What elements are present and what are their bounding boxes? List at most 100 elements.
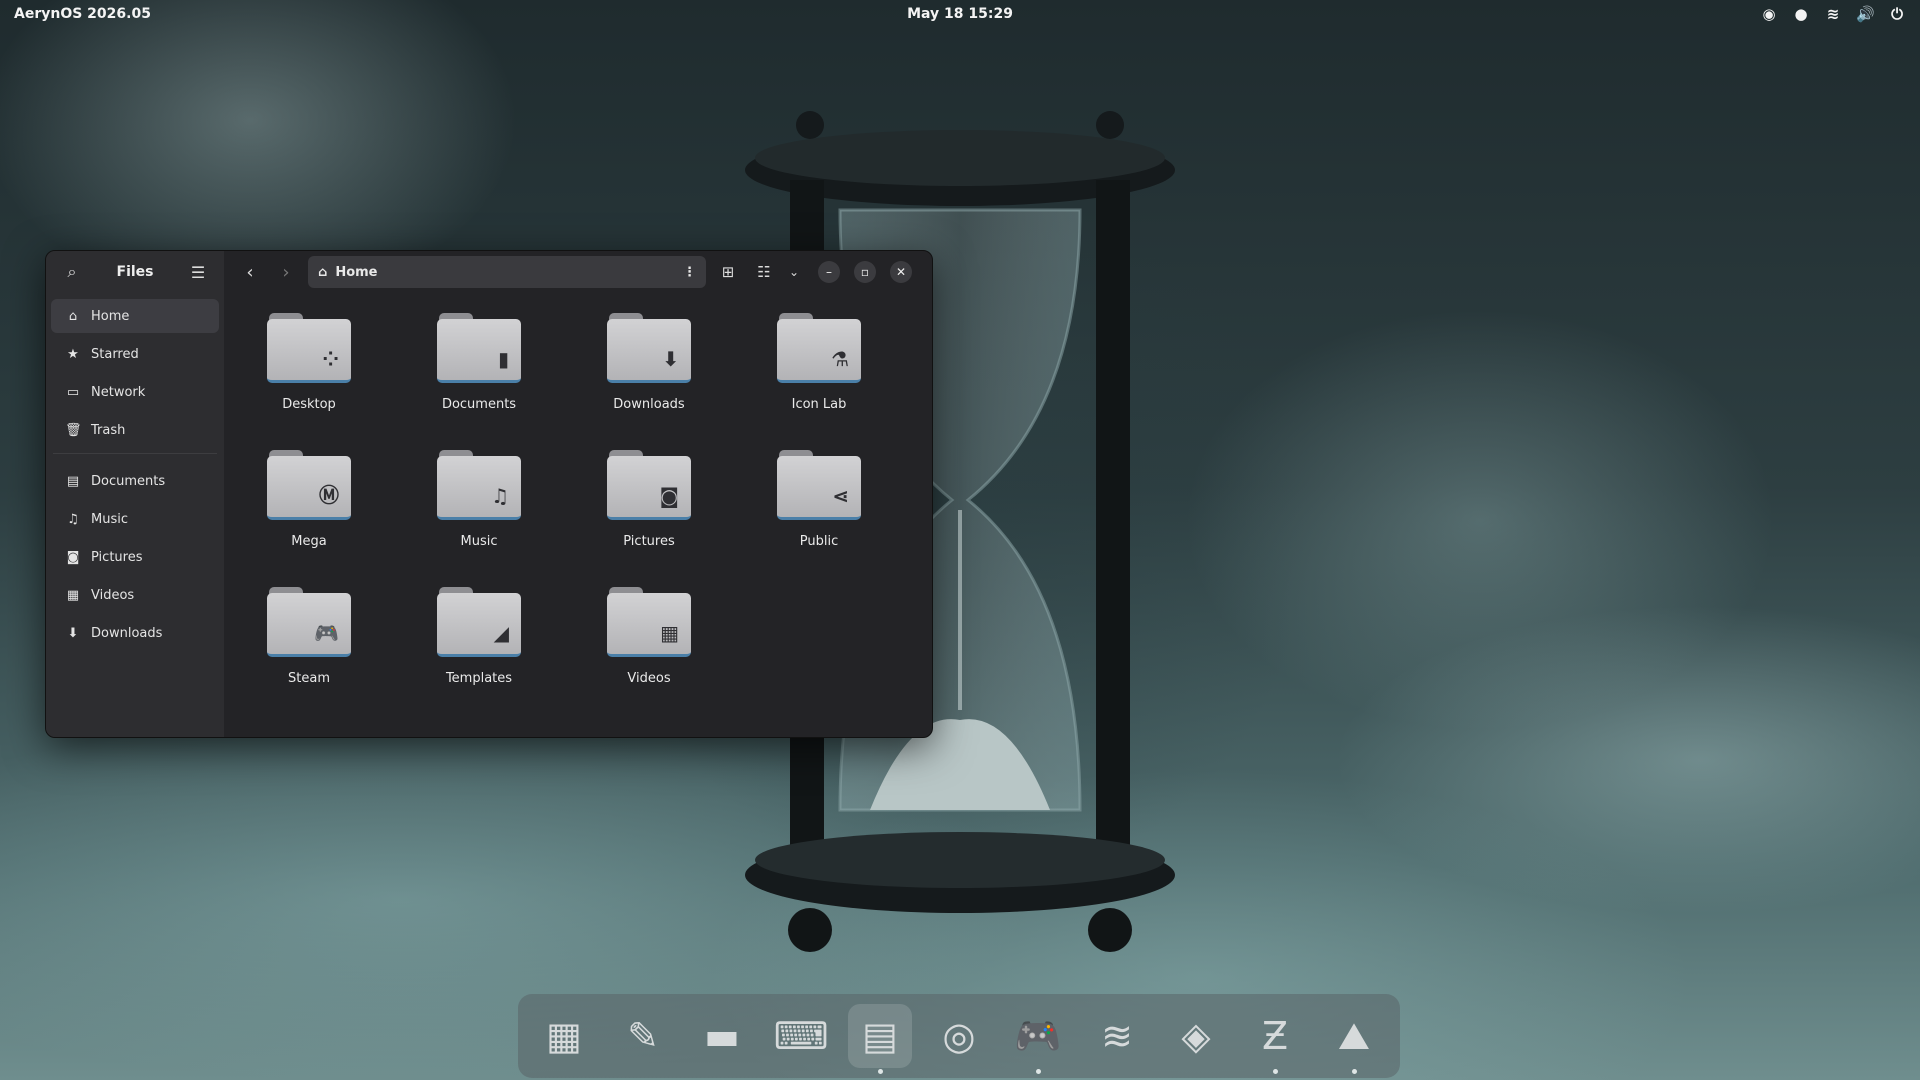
folder-item-templates[interactable]: ◢ Templates bbox=[394, 587, 564, 699]
wifi-icon[interactable]: ≋ bbox=[1824, 5, 1842, 23]
steam-emblem-icon: 🎮 bbox=[314, 621, 339, 645]
folder-label: Documents bbox=[441, 397, 517, 412]
folder-item-desktop[interactable]: ⁘ Desktop bbox=[224, 313, 394, 425]
browser-icon-glyph: ◎ bbox=[942, 1014, 976, 1058]
folder-label: Desktop bbox=[282, 397, 336, 412]
running-indicator bbox=[1273, 1069, 1278, 1074]
sidebar-item-music[interactable]: ♫ Music bbox=[51, 502, 219, 536]
templates-emblem-icon: ◢ bbox=[493, 621, 509, 645]
close-button[interactable]: ✕ bbox=[890, 261, 912, 283]
folder-icon: ◙ bbox=[607, 450, 691, 520]
folder-item-mega[interactable]: Ⓜ Mega bbox=[224, 450, 394, 562]
sidebar-item-label: Downloads bbox=[91, 625, 163, 641]
folder-icon: Ⓜ bbox=[267, 450, 351, 520]
folder-label: Music bbox=[460, 534, 498, 549]
sidebar-item-trash[interactable]: 🗑 Trash bbox=[51, 413, 219, 447]
folder-label: Steam bbox=[288, 671, 330, 686]
path-bar[interactable]: ⌂ Home ⋮ bbox=[308, 256, 706, 288]
browser-icon[interactable]: ◎ bbox=[927, 1004, 991, 1068]
downloads-icon: ⬇ bbox=[67, 625, 79, 641]
sidebar-separator bbox=[53, 453, 217, 454]
steam-tray-icon[interactable]: ◉ bbox=[1760, 5, 1778, 23]
inkscape-icon-glyph: ⛰ bbox=[1338, 1013, 1370, 1058]
search-icon[interactable]: ⌕ bbox=[58, 258, 86, 286]
sidebar-item-label: Network bbox=[91, 384, 146, 400]
home-icon: ⌂ bbox=[68, 308, 78, 324]
sidebar-item-starred[interactable]: ★ Starred bbox=[51, 337, 219, 371]
sidebar-item-label: Home bbox=[91, 308, 130, 324]
folder-icon: ⋖ bbox=[777, 450, 861, 520]
app-title: Files bbox=[116, 264, 154, 280]
sidebar-item-label: Videos bbox=[91, 587, 135, 603]
power-icon[interactable]: ⏻ bbox=[1888, 5, 1906, 23]
sidebar-item-network[interactable]: ▭ Network bbox=[51, 375, 219, 409]
folder-item-music[interactable]: ♫ Music bbox=[394, 450, 564, 562]
sidebar-item-label: Pictures bbox=[91, 549, 143, 565]
folder-item-downloads[interactable]: ⬇ Downloads bbox=[564, 313, 734, 425]
starred-icon: ★ bbox=[67, 346, 79, 362]
music-icon: ♫ bbox=[67, 511, 79, 527]
public-emblem-icon: ⋖ bbox=[832, 484, 849, 508]
clock[interactable]: May 18 15:29 bbox=[907, 6, 1013, 22]
hamburger-menu-icon[interactable]: ☰ bbox=[184, 258, 212, 286]
zed-editor-icon[interactable]: Ƶ bbox=[1243, 1004, 1307, 1074]
volume-icon[interactable]: 🔊 bbox=[1856, 5, 1875, 23]
magic-wand-icon-glyph: ✎ bbox=[627, 1014, 659, 1058]
gamepad-icon[interactable]: 🎮 bbox=[1006, 1004, 1070, 1074]
folder-icon: ▦ bbox=[607, 587, 691, 657]
system-tray: ◉ ● ≋ 🔊 ⏻ bbox=[1760, 5, 1906, 23]
folder-item-icon-lab[interactable]: ⚗ Icon Lab bbox=[734, 313, 904, 425]
folder-label: Icon Lab bbox=[791, 397, 847, 412]
maximize-button[interactable]: ▫ bbox=[854, 261, 876, 283]
list-view-icon[interactable]: ☷ bbox=[750, 258, 778, 286]
kebab-menu-icon[interactable]: ⋮ bbox=[683, 265, 696, 280]
running-indicator bbox=[1352, 1069, 1357, 1074]
folder-label: Mega bbox=[291, 534, 327, 549]
sidebar-item-label: Trash bbox=[91, 422, 126, 438]
folder-icon: ▮ bbox=[437, 313, 521, 383]
terminal-icon[interactable]: ⌨ bbox=[769, 1004, 833, 1068]
desktop-emblem-icon: ⁘ bbox=[322, 347, 339, 371]
folder-icon: ♫ bbox=[437, 450, 521, 520]
folder-label: Public bbox=[799, 534, 839, 549]
os-label[interactable]: AerynOS 2026.05 bbox=[14, 6, 151, 22]
minimize-button[interactable]: – bbox=[818, 261, 840, 283]
folder-icon: ⁘ bbox=[267, 313, 351, 383]
network-icon: ▭ bbox=[66, 384, 80, 400]
folder-grid: ⁘ Desktop ▮ Documents ⬇ Downloads ⚗ Icon Lab Ⓜ Me… bbox=[224, 313, 904, 699]
sidebar-item-label: Music bbox=[91, 511, 128, 527]
app-grid-icon[interactable]: ▦ bbox=[532, 1004, 596, 1068]
folder-item-public[interactable]: ⋖ Public bbox=[734, 450, 904, 562]
folder-icon: 🎮 bbox=[267, 587, 351, 657]
magic-wand-icon[interactable]: ✎ bbox=[611, 1004, 675, 1068]
files-icon[interactable]: ▤ bbox=[848, 1004, 912, 1074]
briefcase-icon[interactable]: ▬ bbox=[690, 1004, 754, 1068]
inkscape-icon[interactable]: ⛰ bbox=[1322, 1004, 1386, 1074]
sidebar-item-downloads[interactable]: ⬇ Downloads bbox=[51, 616, 219, 650]
feed-icon[interactable]: ≋ bbox=[1085, 1004, 1149, 1068]
gamepad-icon-glyph: 🎮 bbox=[1014, 1013, 1062, 1058]
dock: ▦ ✎ ▬ ⌨ ▤ ◎ 🎮 ≋ ◈ Ƶ ⛰ bbox=[518, 994, 1400, 1078]
layers-icon[interactable]: ◈ bbox=[1164, 1004, 1228, 1068]
sidebar-item-documents[interactable]: ▤ Documents bbox=[51, 464, 219, 498]
app-tray-icon[interactable]: ● bbox=[1792, 5, 1810, 23]
view-options-chevron-icon[interactable]: ⌄ bbox=[786, 258, 802, 286]
documents-emblem-icon: ▮ bbox=[497, 347, 509, 371]
folder-item-videos[interactable]: ▦ Videos bbox=[564, 587, 734, 699]
forward-button[interactable]: › bbox=[272, 258, 300, 286]
zed-editor-icon-glyph: Ƶ bbox=[1261, 1014, 1289, 1058]
header-bar: ‹ › ⌂ Home ⋮ ⊞ ☷ ⌄ – ▫ ✕ bbox=[224, 251, 932, 293]
sidebar-item-videos[interactable]: ▦ Videos bbox=[51, 578, 219, 612]
sidebar-item-home[interactable]: ⌂ Home bbox=[51, 299, 219, 333]
folder-item-pictures[interactable]: ◙ Pictures bbox=[564, 450, 734, 562]
folder-item-documents[interactable]: ▮ Documents bbox=[394, 313, 564, 425]
path-label: Home bbox=[335, 264, 378, 280]
trash-icon: 🗑 bbox=[65, 422, 82, 438]
folder-item-steam[interactable]: 🎮 Steam bbox=[224, 587, 394, 699]
new-folder-icon[interactable]: ⊞ bbox=[714, 258, 742, 286]
folder-label: Downloads bbox=[613, 397, 685, 412]
folder-icon: ⬇ bbox=[607, 313, 691, 383]
sidebar-item-pictures[interactable]: ◙ Pictures bbox=[51, 540, 219, 574]
files-icon-glyph: ▤ bbox=[862, 1014, 898, 1058]
back-button[interactable]: ‹ bbox=[236, 258, 264, 286]
